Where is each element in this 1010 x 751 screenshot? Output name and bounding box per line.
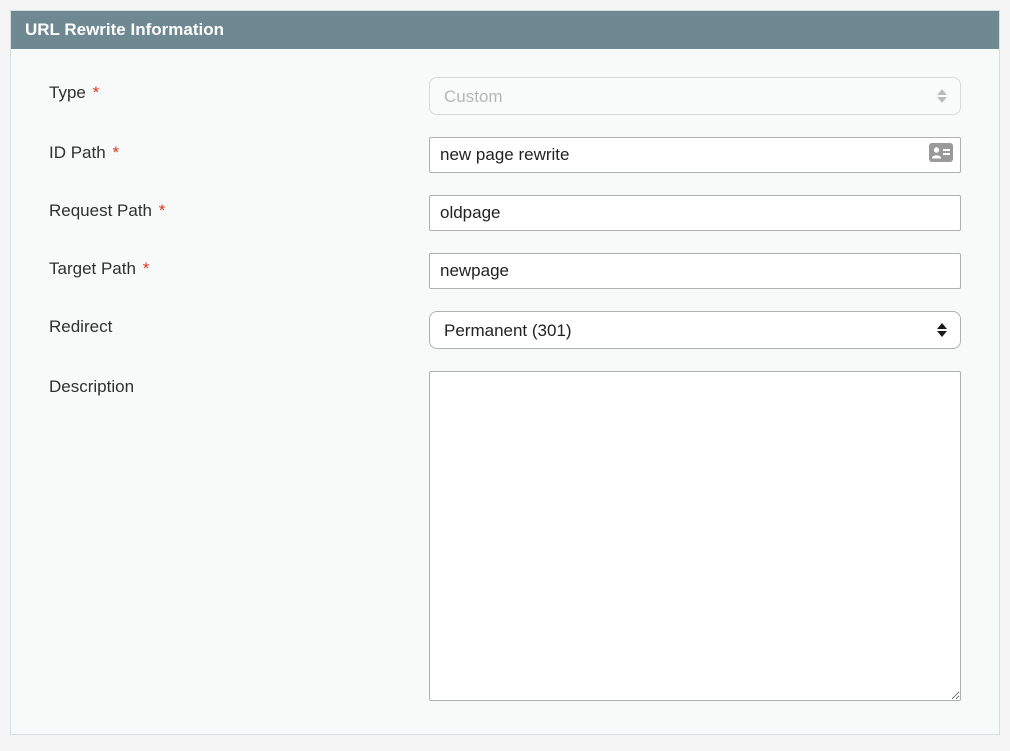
row-request-path: Request Path * — [49, 195, 961, 231]
control-target-path — [429, 253, 961, 289]
target-path-input[interactable] — [429, 253, 961, 289]
row-target-path: Target Path * — [49, 253, 961, 289]
label-description-text: Description — [49, 377, 134, 396]
control-request-path — [429, 195, 961, 231]
required-asterisk: * — [159, 201, 166, 220]
control-id-path — [429, 137, 961, 173]
required-asterisk: * — [112, 143, 119, 162]
label-request-path-text: Request Path — [49, 201, 152, 220]
control-redirect: Permanent (301) — [429, 311, 961, 349]
label-type: Type * — [49, 77, 429, 103]
control-description — [429, 371, 961, 706]
required-asterisk: * — [93, 83, 100, 102]
label-target-path-text: Target Path — [49, 259, 136, 278]
label-id-path-text: ID Path — [49, 143, 106, 162]
row-type: Type * Custom — [49, 77, 961, 115]
url-rewrite-panel: URL Rewrite Information Type * Custom — [10, 10, 1000, 735]
label-id-path: ID Path * — [49, 137, 429, 163]
label-request-path: Request Path * — [49, 195, 429, 221]
row-description: Description — [49, 371, 961, 706]
request-path-input[interactable] — [429, 195, 961, 231]
label-target-path: Target Path * — [49, 253, 429, 279]
id-path-wrapper — [429, 137, 961, 173]
row-redirect: Redirect Permanent (301) — [49, 311, 961, 349]
type-select: Custom — [429, 77, 961, 115]
label-type-text: Type — [49, 83, 86, 102]
type-select-wrapper: Custom — [429, 77, 961, 115]
id-path-input[interactable] — [429, 137, 961, 173]
required-asterisk: * — [143, 259, 150, 278]
label-redirect-text: Redirect — [49, 317, 112, 336]
panel-title: URL Rewrite Information — [11, 11, 999, 49]
redirect-select[interactable]: Permanent (301) — [429, 311, 961, 349]
row-id-path: ID Path * — [49, 137, 961, 173]
control-type: Custom — [429, 77, 961, 115]
description-textarea[interactable] — [429, 371, 961, 701]
label-description: Description — [49, 371, 429, 397]
label-redirect: Redirect — [49, 311, 429, 337]
form-body: Type * Custom ID Path * — [11, 49, 999, 734]
redirect-select-wrapper: Permanent (301) — [429, 311, 961, 349]
